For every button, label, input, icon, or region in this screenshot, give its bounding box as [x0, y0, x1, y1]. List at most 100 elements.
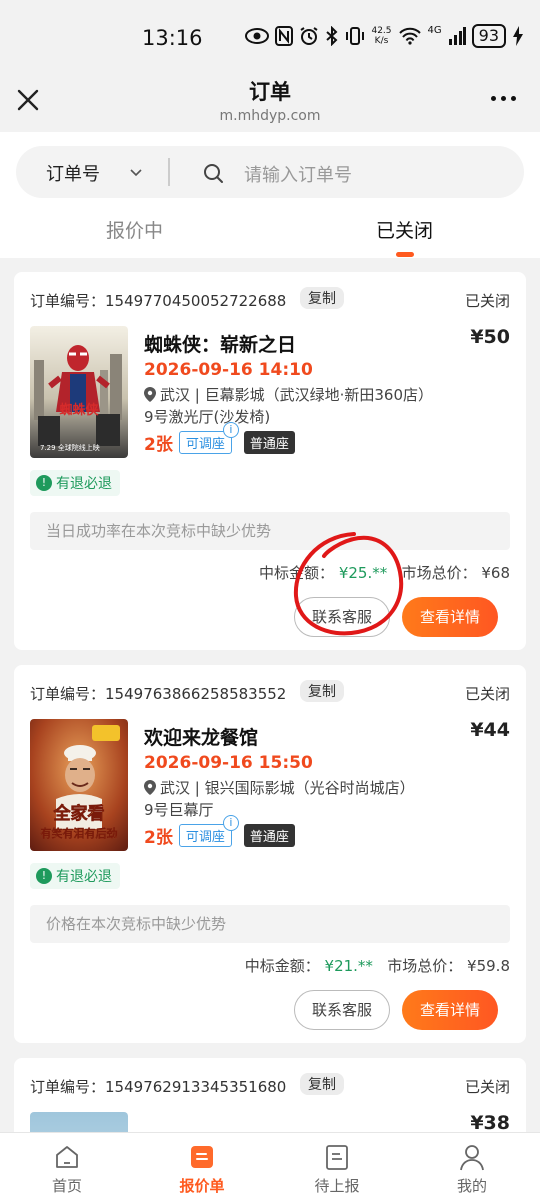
status-time: 13:16: [142, 26, 203, 50]
search-divider: [168, 158, 170, 186]
tab-closed[interactable]: 已关闭: [376, 216, 433, 243]
nav-pending[interactable]: 待上报: [287, 1133, 387, 1200]
location-pin-icon: [144, 780, 156, 795]
info-icon[interactable]: i: [222, 815, 239, 831]
net-speed-unit: K/s: [374, 36, 389, 46]
market-total-label: 市场总价：: [401, 564, 477, 582]
bottom-nav: 首页 报价单 待上报 我的: [0, 1132, 540, 1200]
net-speed: 42.5 K/s: [371, 26, 391, 46]
seat-type-tag: 普通座: [243, 824, 295, 847]
nav-quotes[interactable]: 报价单: [152, 1133, 252, 1200]
movie-title: 蜘蛛侠：崭新之日: [144, 334, 297, 356]
info-icon[interactable]: i: [222, 422, 239, 438]
copy-button[interactable]: 复制: [300, 680, 344, 702]
order-number: 订单编号：1549770450052722688: [30, 290, 286, 311]
cinema-hall: 9号巨幕厅: [144, 801, 214, 819]
contact-service-button[interactable]: 联系客服: [294, 597, 390, 637]
signal-icon: [448, 27, 466, 45]
order-status: 已关闭: [464, 292, 510, 310]
nav-pending-label: 待上报: [314, 1177, 360, 1195]
view-details-button[interactable]: 查看详情: [402, 990, 498, 1030]
order-number-value: 1549770450052722688: [105, 292, 287, 310]
order-card: 订单编号：1549762913345351680 复制 已关闭 ¥38: [14, 1058, 526, 1132]
search-bar: 订单号 请输入订单号: [16, 146, 524, 198]
order-status: 已关闭: [464, 685, 510, 703]
order-number-value: 1549763866258583552: [105, 685, 287, 703]
profile-icon: [460, 1145, 484, 1171]
copy-button[interactable]: 复制: [300, 287, 344, 309]
cinema-location: 武汉 | 巨幕影城（武汉绿地·新田360店）: [144, 384, 433, 405]
win-amount-label: 中标金额：: [244, 957, 320, 975]
copy-button[interactable]: 复制: [300, 1073, 344, 1095]
page-url: m.mhdyp.com: [219, 108, 321, 124]
more-menu-icon[interactable]: [491, 96, 516, 101]
search-type-select[interactable]: 订单号: [46, 160, 100, 186]
adjustable-seat-label: 可调座: [185, 437, 225, 452]
market-total-value: ¥68: [481, 564, 510, 582]
order-number-value: 1549762913345351680: [105, 1078, 287, 1096]
movie-poster[interactable]: [30, 1112, 128, 1132]
order-number-label: 订单编号：: [30, 685, 106, 703]
movie-poster[interactable]: 蜘蛛侠 7.29 全球院线上映: [30, 326, 128, 458]
ticket-count: 2张: [144, 828, 173, 848]
poster-title-text: 蜘蛛侠: [59, 402, 99, 418]
cinema-location: 武汉 | 银兴国际影城（光谷时尚城店）: [144, 777, 415, 798]
vibrate-icon: [346, 27, 365, 45]
info-circle-icon: !: [36, 868, 52, 884]
movie-title: 欢迎来龙餐馆: [144, 727, 259, 749]
adjustable-seat-tag[interactable]: 可调座 i: [178, 815, 239, 847]
nav-quotes-label: 报价单: [179, 1177, 225, 1195]
nfc-icon: [275, 26, 294, 46]
bid-notice: 当日成功率在本次竞标中缺少优势: [30, 512, 510, 550]
adjustable-seat-label: 可调座: [185, 830, 225, 845]
poster-date-text: 7.29 全球院线上映: [40, 443, 100, 452]
ticket-info-row: 2张 可调座 i 普通座: [144, 422, 295, 455]
amount-summary: 中标金额： ¥21.** 市场总价： ¥59.8: [245, 955, 510, 976]
search-icon: [204, 164, 223, 183]
pending-icon: [326, 1145, 348, 1170]
cinema-location-text: 武汉 | 巨幕影城（武汉绿地·新田360店）: [160, 386, 433, 404]
movie-poster[interactable]: 全家看 有笑有泪有后劲: [30, 719, 128, 851]
adjustable-seat-tag[interactable]: 可调座 i: [178, 422, 239, 454]
cinema-hall: 9号激光厅(沙发椅): [144, 408, 271, 426]
net-speed-value: 42.5: [371, 26, 392, 36]
refund-badge: ! 有退必退: [30, 863, 120, 889]
poster-slogan-1: 全家看: [53, 803, 105, 824]
nav-profile-label: 我的: [456, 1177, 487, 1195]
win-amount-label: 中标金额：: [259, 564, 335, 582]
quote-icon: [191, 1146, 213, 1168]
status-icons: 42.5 K/s 4G 93: [245, 24, 524, 48]
market-total-label: 市场总价：: [387, 957, 463, 975]
eye-icon: [245, 28, 270, 44]
alarm-icon: [300, 27, 319, 45]
bid-notice: 价格在本次竞标中缺少优势: [30, 905, 510, 943]
order-number-label: 订单编号：: [30, 292, 106, 310]
order-status: 已关闭: [464, 1078, 510, 1096]
amount-summary: 中标金额： ¥25.** 市场总价： ¥68: [259, 562, 510, 583]
chevron-down-icon[interactable]: [130, 166, 142, 178]
tab-quoting[interactable]: 报价中: [106, 216, 163, 243]
charging-icon: [513, 26, 523, 46]
order-number: 订单编号：1549763866258583552: [30, 683, 286, 704]
bluetooth-icon: [326, 26, 338, 46]
contact-service-button[interactable]: 联系客服: [294, 990, 390, 1030]
nav-home[interactable]: 首页: [17, 1133, 117, 1200]
refund-label: 有退必退: [56, 869, 112, 885]
view-details-button[interactable]: 查看详情: [402, 597, 498, 637]
nav-home-label: 首页: [51, 1177, 82, 1195]
order-card: 订单编号：1549770450052722688 复制 已关闭 蜘蛛侠 7.29…: [14, 272, 526, 650]
search-input[interactable]: 请输入订单号: [244, 161, 352, 187]
win-amount-value: ¥25.**: [338, 564, 388, 582]
cinema-location-text: 武汉 | 银兴国际影城（光谷时尚城店）: [160, 779, 415, 797]
nav-profile[interactable]: 我的: [422, 1133, 522, 1200]
ticket-info-row: 2张 可调座 i 普通座: [144, 815, 295, 848]
main-content: 订单号 请输入订单号 报价中 已关闭 订单编号：1549770450052722…: [0, 132, 540, 1132]
order-number: 订单编号：1549762913345351680: [30, 1076, 286, 1097]
show-datetime: 2026-09-16 14:10: [144, 360, 313, 380]
info-circle-icon: !: [36, 475, 52, 491]
show-datetime: 2026-09-16 15:50: [144, 753, 313, 773]
seat-type-tag: 普通座: [243, 431, 295, 454]
order-card: 订单编号：1549763866258583552 复制 已关闭 全家看 有笑有泪…: [14, 665, 526, 1043]
order-price: ¥38: [470, 1112, 510, 1132]
win-amount-value: ¥21.**: [324, 957, 373, 975]
